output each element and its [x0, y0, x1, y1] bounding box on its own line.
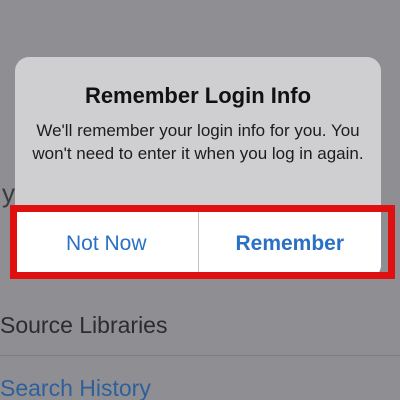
app-screen: y Source Libraries Search History Rememb…	[0, 0, 400, 400]
not-now-button[interactable]: Not Now	[15, 208, 198, 279]
remember-button[interactable]: Remember	[199, 208, 382, 279]
alert-message: We'll remember your login info for you. …	[32, 121, 364, 163]
alert-actions: Not Now Remember	[15, 208, 381, 279]
list-separator	[0, 355, 400, 356]
alert-title: Remember Login Info	[84, 83, 312, 108]
list-item-source-libraries: Source Libraries	[0, 312, 168, 338]
list-item-fragment: y	[2, 178, 15, 208]
list-item-search-history: Search History	[0, 375, 151, 400]
remember-login-alert: Remember Login Info We'll remember your …	[15, 57, 381, 279]
